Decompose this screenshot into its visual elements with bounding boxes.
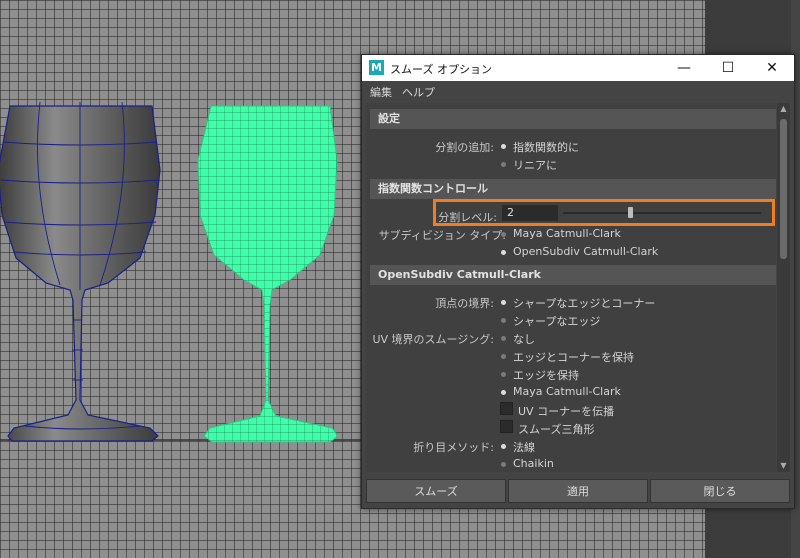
add-divisions-label: 分割の追加: [435, 141, 494, 154]
menu-edit[interactable]: 編集 [370, 84, 392, 100]
close-window-button[interactable]: ✕ [750, 55, 794, 81]
option-sharp-edges[interactable]: シャープなエッジ [513, 313, 600, 329]
uv-smoothing-label: UV 境界のスムージング: [372, 333, 494, 346]
option-sharp-edges-corners[interactable]: シャープなエッジとコーナー [513, 295, 655, 311]
radio-uv-none[interactable] [501, 336, 506, 341]
menu-help[interactable]: ヘルプ [402, 84, 435, 100]
radio-sharp-edges[interactable] [501, 318, 506, 323]
option-crease-chaikin[interactable]: Chaikin [513, 457, 554, 470]
option-uv-maya-catmull-clark[interactable]: Maya Catmull-Clark [513, 385, 621, 398]
radio-keep-edges[interactable] [501, 372, 506, 377]
propagate-uv-corners-label[interactable]: UV コーナーを伝播 [518, 403, 614, 419]
crease-method-label: 折り目メソッド: [413, 441, 494, 454]
radio-opensubdiv[interactable] [501, 250, 506, 255]
radio-exponential[interactable] [501, 144, 506, 149]
apply-button[interactable]: 適用 [508, 479, 648, 503]
smooth-triangles-checkbox[interactable] [500, 420, 513, 433]
option-exponential[interactable]: 指数関数的に [513, 139, 579, 155]
radio-sharp-edges-corners[interactable] [501, 300, 506, 305]
option-linear[interactable]: リニアに [513, 157, 557, 173]
minimize-button[interactable]: — [662, 55, 706, 81]
option-crease-normal[interactable]: 法線 [513, 439, 535, 455]
option-uv-none[interactable]: なし [513, 331, 535, 347]
wine-glass-lowpoly [0, 101, 161, 442]
content-scrollbar[interactable]: ▲ ▼ [777, 103, 790, 472]
dialog-title: スムーズ オプション [390, 63, 492, 76]
radio-keep-edges-corners[interactable] [501, 354, 506, 359]
maximize-button[interactable]: ☐ [706, 55, 750, 81]
subdivision-type-label: サブディビジョン タイプ: [378, 229, 506, 242]
vertex-boundary-label: 頂点の境界: [435, 297, 494, 310]
section-exponential-control[interactable]: 指数関数コントロール [370, 179, 776, 199]
smooth-triangles-label[interactable]: スムーズ三角形 [518, 421, 594, 437]
smooth-options-dialog: M スムーズ オプション — ☐ ✕ 編集 ヘルプ 設定 分割の追加: 指数関数… [361, 54, 795, 509]
radio-linear[interactable] [501, 162, 506, 167]
wine-glass-smoothed [197, 105, 339, 443]
scroll-down-icon[interactable]: ▼ [777, 460, 790, 472]
option-keep-edges[interactable]: エッジを保持 [513, 367, 579, 383]
radio-maya-catmull-clark[interactable] [501, 232, 506, 237]
radio-uv-maya-catmull-clark[interactable] [501, 390, 506, 395]
maya-logo-icon: M [369, 60, 384, 75]
title-bar[interactable]: M スムーズ オプション — ☐ ✕ [362, 55, 794, 81]
close-button[interactable]: 閉じる [650, 479, 790, 503]
section-opensubdiv[interactable]: OpenSubdiv Catmull-Clark [370, 265, 776, 285]
radio-crease-chaikin[interactable] [501, 462, 506, 467]
menu-bar: 編集 ヘルプ [362, 81, 794, 101]
scroll-thumb[interactable] [780, 119, 787, 259]
option-keep-edges-corners[interactable]: エッジとコーナーを保持 [513, 349, 634, 365]
radio-crease-normal[interactable] [501, 444, 506, 449]
option-maya-catmull-clark[interactable]: Maya Catmull-Clark [513, 227, 621, 240]
propagate-uv-corners-checkbox[interactable] [500, 402, 513, 415]
scroll-up-icon[interactable]: ▲ [777, 103, 790, 115]
division-level-highlight [433, 199, 775, 226]
smooth-button[interactable]: スムーズ [366, 479, 506, 503]
options-content: 設定 分割の追加: 指数関数的に リニアに 指数関数コントロール 分割レベル: … [366, 103, 776, 472]
section-settings[interactable]: 設定 [370, 109, 776, 129]
option-opensubdiv[interactable]: OpenSubdiv Catmull-Clark [513, 245, 658, 258]
